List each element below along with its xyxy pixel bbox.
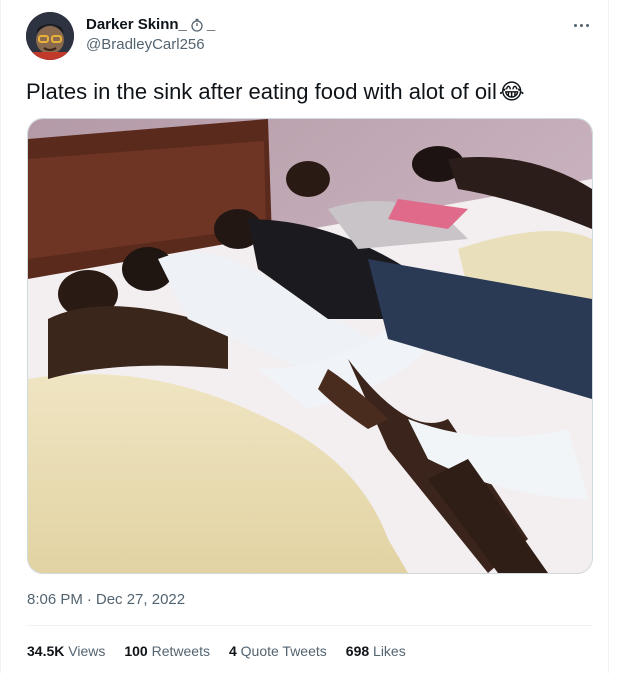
avatar-image <box>26 12 74 60</box>
photo-image <box>28 119 592 573</box>
tweet-text: Plates in the sink after eating food wit… <box>26 78 596 106</box>
tweet-stats: 34.5K Views 100 Retweets 4 Quote Tweets … <box>27 643 406 659</box>
more-horizontal-icon <box>573 23 577 27</box>
display-name-suffix: _ <box>206 16 216 33</box>
frame-border-left <box>0 0 1 673</box>
divider <box>27 625 593 626</box>
stat-label: Quote Tweets <box>240 643 327 659</box>
display-name: Darker Skinn_ <box>86 16 187 33</box>
tweet-time: 8:06 PM <box>27 591 83 608</box>
tweet-photo[interactable] <box>27 118 593 574</box>
stopwatch-icon <box>191 18 203 32</box>
timestamp-separator: · <box>86 591 92 608</box>
more-options-button[interactable] <box>570 16 592 34</box>
stat-retweets[interactable]: 100 Retweets <box>124 643 210 659</box>
frame-border-right <box>608 0 609 673</box>
user-handle[interactable]: @BradleyCarl256 <box>86 36 215 53</box>
stat-label: Likes <box>373 643 406 659</box>
avatar[interactable] <box>26 12 74 60</box>
tweet-header: Darker Skinn_ _ @BradleyCarl256 <box>26 12 594 62</box>
stat-value: 4 <box>228 643 237 659</box>
tweet-date: Dec 27, 2022 <box>95 591 186 608</box>
stat-value: 34.5K <box>27 643 65 659</box>
stat-value: 698 <box>345 643 370 659</box>
stat-value: 100 <box>124 643 148 659</box>
tweet-emoji: 😂 <box>498 79 525 104</box>
stat-label: Retweets <box>151 643 210 659</box>
stat-views[interactable]: 34.5K Views <box>27 643 105 659</box>
stat-label: Views <box>68 643 106 659</box>
tweet-timestamp[interactable]: 8:06 PM · Dec 27, 2022 <box>27 591 185 608</box>
display-name-row[interactable]: Darker Skinn_ _ <box>86 16 215 33</box>
stat-likes[interactable]: 698 Likes <box>346 643 406 659</box>
name-block: Darker Skinn_ _ @BradleyCarl256 <box>86 16 215 53</box>
stat-quote-tweets[interactable]: 4 Quote Tweets <box>229 643 327 659</box>
tweet-body: Plates in the sink after eating food wit… <box>26 79 497 104</box>
